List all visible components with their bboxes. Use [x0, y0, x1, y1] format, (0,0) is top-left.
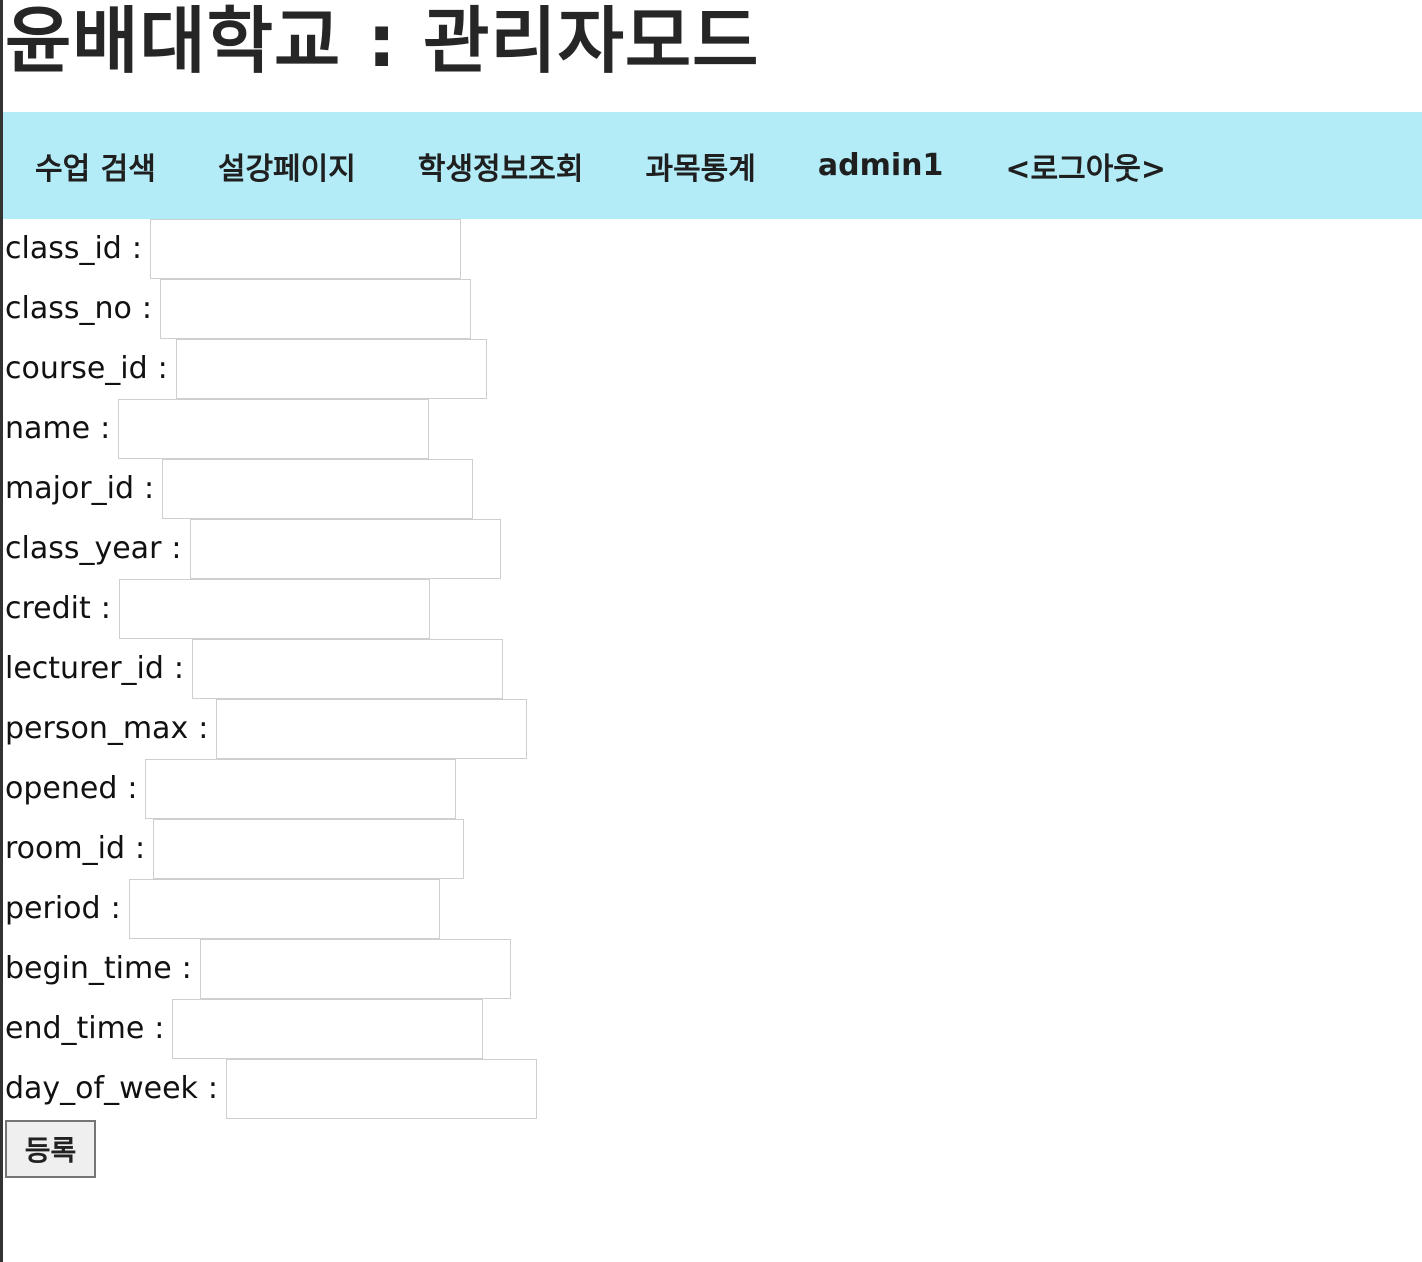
major-id-input[interactable] — [162, 459, 474, 519]
form-row-room-id: room_id : — [5, 819, 1005, 879]
form-row-course-id: course_id : — [5, 339, 1005, 399]
class-id-input[interactable] — [149, 219, 461, 279]
field-separator: : — [100, 411, 111, 446]
page-title: 윤배대학교 : 관리자모드 — [5, 0, 760, 83]
field-separator: : — [110, 891, 121, 926]
field-separator: : — [171, 531, 182, 566]
field-label-room-id: room_id — [5, 831, 125, 866]
field-label-class-id: class_id — [5, 231, 122, 266]
field-label-day-of-week: day_of_week — [5, 1071, 198, 1106]
nav-item-course-stats[interactable]: 과목통계 — [645, 144, 755, 188]
form-row-opened: opened : — [5, 759, 1005, 819]
field-separator: : — [131, 231, 142, 266]
field-separator: : — [127, 771, 138, 806]
form-row-period: period : — [5, 879, 1005, 939]
form-row-class-id: class_id : — [5, 219, 1005, 279]
top-navbar: 수업 검색 설강페이지 학생정보조회 과목통계 admin1 <로그아웃> — [3, 112, 1422, 219]
field-separator: : — [154, 1011, 165, 1046]
form-row-name: name : — [5, 399, 1005, 459]
field-label-class-year: class_year — [5, 531, 162, 566]
end-time-input[interactable] — [172, 999, 484, 1059]
class-year-input[interactable] — [189, 519, 501, 579]
field-label-lecturer-id: lecturer_id — [5, 651, 164, 686]
field-separator: : — [198, 711, 209, 746]
nav-item-class-search[interactable]: 수업 검색 — [35, 144, 156, 188]
register-button[interactable]: 등록 — [5, 1120, 96, 1178]
credit-input[interactable] — [118, 579, 430, 639]
day-of-week-input[interactable] — [226, 1059, 538, 1119]
course-id-input[interactable] — [175, 339, 487, 399]
field-separator: : — [157, 351, 168, 386]
field-separator: : — [173, 651, 185, 686]
name-input[interactable] — [118, 399, 430, 459]
field-label-begin-time: begin_time — [5, 951, 172, 986]
field-separator: : — [100, 591, 111, 626]
field-separator: : — [207, 1071, 219, 1106]
field-label-class-no: class_no — [5, 291, 132, 326]
field-label-end-time: end_time — [5, 1011, 145, 1046]
form-row-major-id: major_id : — [5, 459, 1005, 519]
field-label-name: name — [5, 411, 91, 446]
lecturer-id-input[interactable] — [192, 639, 504, 699]
form-row-class-year: class_year : — [5, 519, 1005, 579]
form-row-person-max: person_max : — [5, 699, 1005, 759]
form-row-begin-time: begin_time : — [5, 939, 1005, 999]
form-row-class-no: class_no : — [5, 279, 1005, 339]
person-max-input[interactable] — [216, 699, 528, 759]
room-id-input[interactable] — [153, 819, 465, 879]
field-label-major-id: major_id — [5, 471, 135, 506]
field-separator: : — [141, 291, 152, 326]
nav-item-logout[interactable]: <로그아웃> — [1005, 144, 1166, 188]
form-row-credit: credit : — [5, 579, 1005, 639]
field-label-course-id: course_id — [5, 351, 148, 386]
form-row-end-time: end_time : — [5, 999, 1005, 1059]
field-separator: : — [144, 471, 155, 506]
nav-item-username[interactable]: admin1 — [818, 148, 944, 183]
field-label-opened: opened — [5, 771, 118, 806]
field-label-credit: credit — [5, 591, 91, 626]
field-separator: : — [135, 831, 146, 866]
class-register-form: class_id : class_no : course_id : name :… — [5, 219, 1005, 1178]
nav-item-class-open-page[interactable]: 설강페이지 — [218, 144, 356, 188]
period-input[interactable] — [128, 879, 440, 939]
class-no-input[interactable] — [159, 279, 471, 339]
field-separator: : — [181, 951, 192, 986]
field-label-person-max: person_max — [5, 711, 189, 746]
opened-input[interactable] — [145, 759, 457, 819]
form-row-day-of-week: day_of_week : — [5, 1059, 1005, 1119]
field-label-period: period — [5, 891, 101, 926]
begin-time-input[interactable] — [199, 939, 511, 999]
nav-item-student-info[interactable]: 학생정보조회 — [418, 144, 584, 188]
form-row-lecturer-id: lecturer_id : — [5, 639, 1005, 699]
